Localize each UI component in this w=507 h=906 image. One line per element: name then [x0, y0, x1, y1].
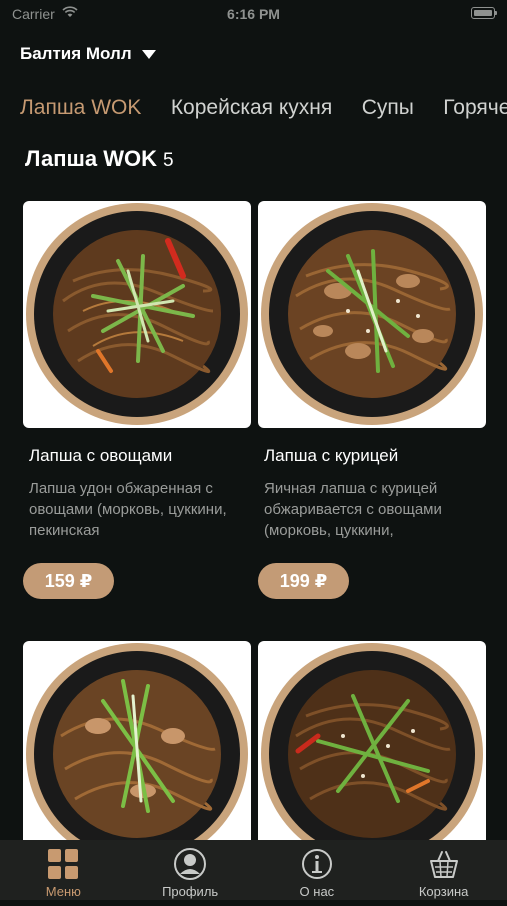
product-image	[23, 641, 251, 868]
price-button[interactable]: 159 ₽	[23, 563, 114, 599]
nav-label: О нас	[299, 884, 335, 899]
location-name: Балтия Молл	[20, 44, 132, 63]
chevron-down-icon	[141, 49, 156, 59]
nav-label: Профиль	[162, 884, 219, 899]
product-card[interactable]: Лапша с овощами Лапша удон обжаренная с …	[23, 201, 251, 599]
category-tabs: Лапша WOK Корейская кухня Супы Горячее	[20, 94, 507, 124]
battery-icon	[471, 7, 497, 19]
bottom-nav: Меню Профиль О нас Корзина	[0, 840, 507, 900]
tab-hot-dishes[interactable]: Горячее	[443, 94, 507, 122]
clock: 6:16 PM	[227, 6, 280, 22]
product-description: Лапша удон обжаренная с овощами (морковь…	[29, 480, 227, 539]
nav-label: Меню	[45, 884, 81, 899]
product-image	[258, 201, 486, 428]
profile-icon	[174, 848, 207, 880]
menu-grid-icon	[48, 849, 79, 879]
product-description: Яичная лапша с курицей обжаривается с ов…	[264, 480, 442, 539]
product-title: Лапша с овощами	[29, 446, 173, 465]
nav-item-about[interactable]: О нас	[254, 840, 381, 900]
section-header: Лапша WOK 5	[25, 146, 174, 172]
status-bar: Carrier 6:16 PM	[0, 0, 507, 30]
tab-korean-cuisine[interactable]: Корейская кухня	[171, 94, 332, 122]
nav-label: Корзина	[418, 884, 469, 899]
tab-lapsha-wok[interactable]: Лапша WOK	[20, 94, 141, 122]
nav-item-menu[interactable]: Меню	[0, 840, 127, 900]
section-title: Лапша WOK	[25, 146, 157, 171]
location-selector[interactable]: Балтия Молл	[20, 42, 156, 66]
nav-item-cart[interactable]: Корзина	[380, 840, 507, 900]
product-title: Лапша с курицей	[264, 446, 399, 465]
section-count: 5	[162, 150, 174, 171]
nav-item-profile[interactable]: Профиль	[127, 840, 254, 900]
product-image	[258, 641, 486, 868]
tab-soups[interactable]: Супы	[362, 94, 414, 122]
basket-icon	[429, 851, 458, 878]
product-image	[23, 201, 251, 428]
product-card[interactable]: Лапша с курицей Яичная лапша с курицей о…	[258, 201, 486, 599]
price-button[interactable]: 199 ₽	[258, 563, 349, 599]
info-icon	[301, 849, 332, 879]
